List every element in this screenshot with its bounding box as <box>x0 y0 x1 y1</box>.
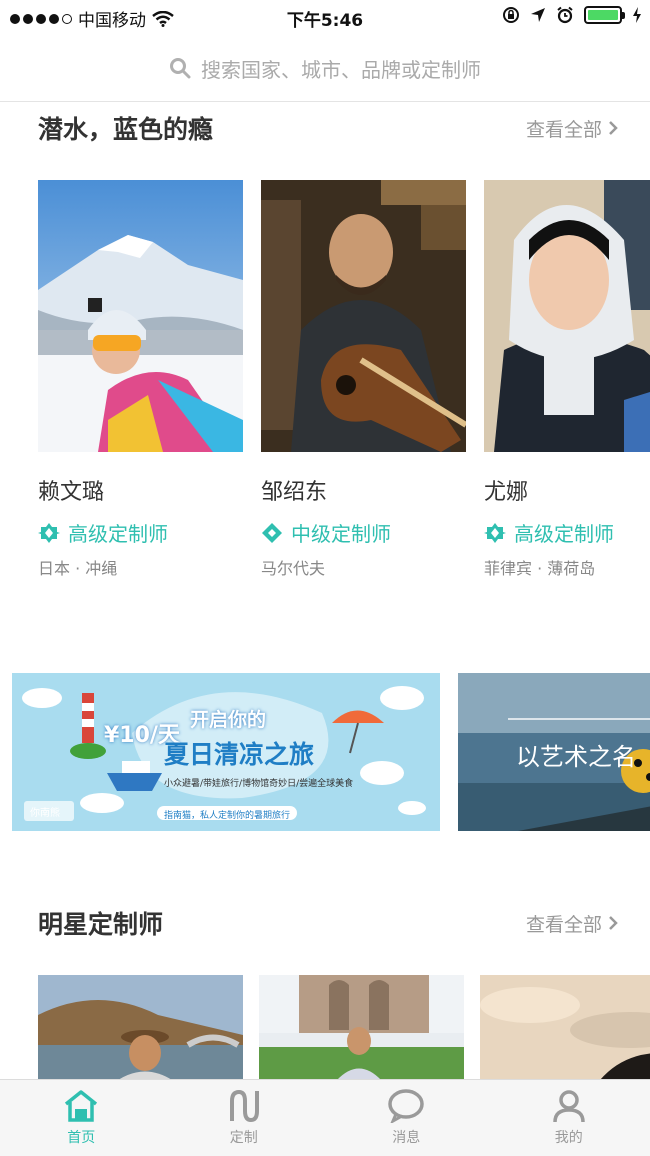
designer-photo <box>261 180 466 452</box>
designer-level-label: 高级定制师 <box>514 522 614 546</box>
designer-name: 赖文璐 <box>38 480 105 505</box>
designer-card[interactable]: 赖文璐 高级定制师 日本 · 冲绳 <box>38 180 243 580</box>
home-icon <box>65 1090 98 1122</box>
designer-level-label: 中级定制师 <box>291 522 391 546</box>
tab-custom[interactable]: 定制 <box>163 1080 326 1156</box>
star-designer-list <box>38 975 650 1080</box>
search-divider <box>0 101 650 102</box>
location-icon <box>531 8 545 22</box>
tab-home[interactable]: 首页 <box>0 1080 163 1156</box>
designer-location: 菲律宾 · 薄荷岛 <box>484 559 596 578</box>
rotation-lock-icon <box>503 7 519 23</box>
star-designer-card[interactable] <box>38 975 243 1080</box>
designer-level: 高级定制师 <box>38 518 243 547</box>
view-all-link[interactable]: 查看全部 <box>526 115 618 142</box>
tab-label: 我的 <box>554 1130 583 1146</box>
tab-label: 定制 <box>229 1130 258 1146</box>
badge-icon <box>262 522 282 543</box>
chevron-right-icon <box>609 916 618 930</box>
tab-messages[interactable]: 消息 <box>325 1080 488 1156</box>
view-all-link[interactable]: 查看全部 <box>526 910 618 937</box>
designer-photo <box>484 180 650 452</box>
chevron-right-icon <box>609 121 618 135</box>
banner-summer[interactable]: ¥10/天 开启你的 夏日清凉之旅 小众避暑/带娃旅行/博物馆奇妙日/尝遍全球美… <box>12 673 440 831</box>
battery-icon <box>584 6 625 24</box>
designer-card[interactable]: 尤娜 高级定制师 菲律宾 · 薄荷岛 <box>484 180 650 580</box>
search-placeholder: 搜索国家、城市、品牌或定制师 <box>201 57 481 82</box>
star-designer-card[interactable] <box>259 975 464 1080</box>
badge-icon <box>484 522 506 543</box>
custom-icon <box>229 1089 259 1123</box>
search-icon <box>170 58 191 79</box>
section-title: 潜水，蓝色的瘾 <box>38 115 214 144</box>
banner-title: 夏日清凉之旅 <box>164 740 315 769</box>
designer-level-label: 高级定制师 <box>68 522 168 546</box>
banner-headline: 开启你的 <box>190 709 267 731</box>
tab-bar: 首页 定制 消息 我的 <box>0 1079 650 1156</box>
view-all-label: 查看全部 <box>525 118 602 141</box>
star-designer-card[interactable] <box>480 975 650 1080</box>
tab-profile[interactable]: 我的 <box>488 1080 650 1156</box>
banner-footer: 指南猫，私人定制你的暑期旅行 <box>164 811 291 821</box>
designer-location: 日本 · 冲绳 <box>38 559 118 578</box>
status-bar: 中国移动 下午5:46 <box>0 0 650 34</box>
designer-level: 高级定制师 <box>484 518 650 547</box>
designer-photo <box>38 180 243 452</box>
tab-label: 消息 <box>392 1130 421 1146</box>
section-title: 明星定制师 <box>38 910 164 939</box>
banner-subtitle: 小众避暑/带娃旅行/博物馆奇妙日/尝遍全球美食 <box>164 779 354 789</box>
designer-level: 中级定制师 <box>261 518 466 547</box>
search-bar[interactable]: 搜索国家、城市、品牌或定制师 <box>0 44 650 92</box>
banner-logo: 你南熊 <box>30 808 60 819</box>
designer-name: 尤娜 <box>484 480 529 505</box>
profile-icon <box>553 1090 585 1123</box>
alarm-icon <box>557 6 573 24</box>
status-icons <box>502 6 642 24</box>
designer-name: 邹绍东 <box>261 480 328 505</box>
badge-icon <box>38 522 60 543</box>
view-all-label: 查看全部 <box>525 913 602 936</box>
designer-card[interactable]: 邹绍东 中级定制师 马尔代夫 <box>261 180 466 580</box>
section-diving-header: 潜水，蓝色的瘾 查看全部 <box>38 110 618 146</box>
charging-icon <box>633 7 641 23</box>
designer-location: 马尔代夫 <box>261 559 326 578</box>
banner-art-title: 以艺术之名 <box>516 743 636 771</box>
section-star-header: 明星定制师 查看全部 <box>38 905 618 941</box>
tab-label: 首页 <box>67 1130 96 1146</box>
message-icon <box>388 1089 424 1123</box>
banner-carousel: ¥10/天 开启你的 夏日清凉之旅 小众避暑/带娃旅行/博物馆奇妙日/尝遍全球美… <box>12 673 650 831</box>
banner-art[interactable]: 以艺术之名 <box>458 673 650 831</box>
designer-list: 赖文璐 高级定制师 日本 · 冲绳 邹绍东 中级定制师 马尔代夫 尤娜 高级定制… <box>38 180 650 580</box>
